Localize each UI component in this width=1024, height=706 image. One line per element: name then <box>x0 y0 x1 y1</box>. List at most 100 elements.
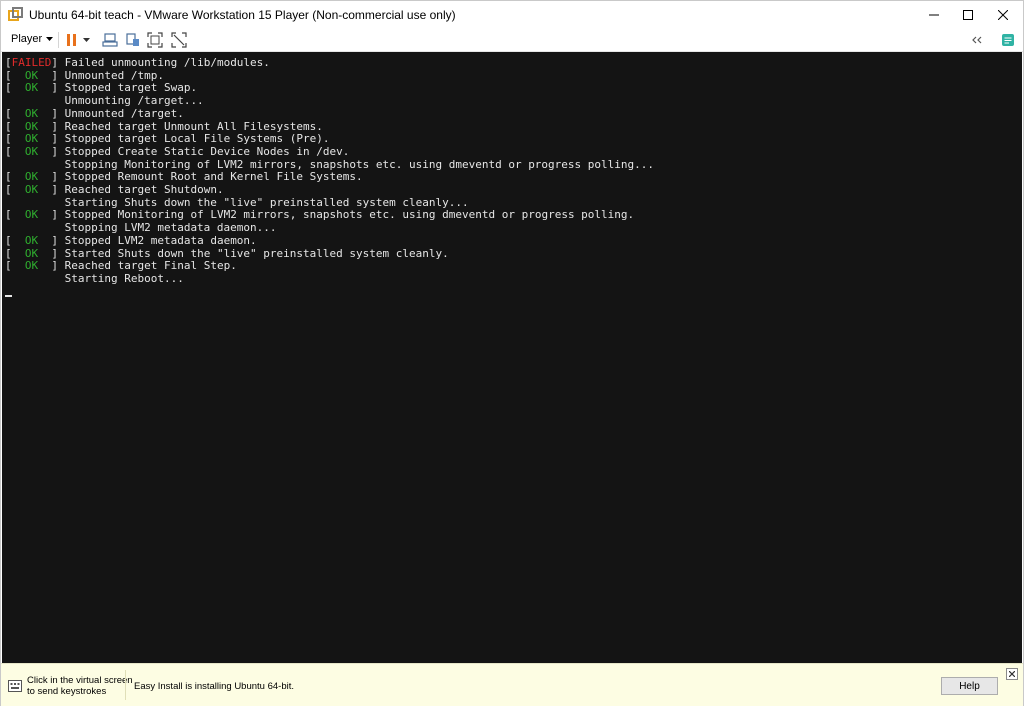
status-divider <box>125 670 126 700</box>
full-screen-button[interactable] <box>146 31 164 49</box>
console-line: [ OK ] Reached target Unmount All Filesy… <box>5 120 323 133</box>
console-line: [ OK ] Started Shuts down the "live" pre… <box>5 247 449 260</box>
status-bracket: ] <box>51 233 58 247</box>
help-button[interactable]: Help <box>941 677 998 695</box>
install-status-message: Easy Install is installing Ubuntu 64-bit… <box>134 681 294 692</box>
status-bracket: ] <box>51 170 58 184</box>
close-icon <box>1009 671 1015 677</box>
status-bracket: [ <box>5 81 12 95</box>
console-message: Reached target Shutdown. <box>64 183 224 196</box>
status-bracket: ] <box>51 81 58 95</box>
full-screen-icon <box>147 32 163 48</box>
virtual-machine-screen[interactable]: [FAILED] Failed unmounting /lib/modules.… <box>2 52 1022 663</box>
send-ctrl-alt-del-button[interactable] <box>101 31 119 49</box>
status-bracket: [ <box>5 259 12 273</box>
pause-options-button[interactable] <box>81 31 91 49</box>
pause-icon <box>67 34 76 46</box>
chevron-down-icon <box>82 38 90 42</box>
toolbar-separator <box>58 32 59 48</box>
maximize-icon <box>963 10 973 20</box>
status-bracket: [ <box>5 132 12 146</box>
vmware-app-icon <box>8 7 23 21</box>
status-bracket: [ <box>5 208 12 222</box>
status-bracket: ] <box>51 119 58 133</box>
console-message: Stopped target Swap. <box>64 81 198 95</box>
collapse-toolbar-button[interactable] <box>968 31 986 49</box>
console-line: [ OK ] Unmounted /target. <box>5 107 184 120</box>
console-message: Stopped Remount Root and Kernel File Sys… <box>64 170 363 184</box>
message-log-button[interactable] <box>999 31 1017 49</box>
status-bracket: ] <box>51 208 58 222</box>
unity-mode-button[interactable] <box>124 31 142 49</box>
status-label: OK <box>24 170 39 184</box>
keystroke-hint-line-2: to send keystrokes <box>27 686 107 697</box>
status-bracket: ] <box>51 106 58 120</box>
text-cursor <box>5 294 12 297</box>
status-label: OK <box>24 233 39 247</box>
console-message: Stopped Monitoring of LVM2 mirrors, snap… <box>64 208 635 222</box>
computer-keyboard-icon <box>102 33 118 47</box>
close-button[interactable] <box>986 1 1020 29</box>
keyboard-icon <box>8 680 22 692</box>
pause-button[interactable] <box>63 31 81 49</box>
minimize-icon <box>929 14 939 16</box>
status-label: OK <box>24 183 39 196</box>
status-bracket: [ <box>5 144 12 158</box>
status-bracket: [ <box>5 119 12 133</box>
console-message: Unmounted /tmp. <box>64 68 164 82</box>
unity-icon <box>126 33 139 46</box>
player-menu-button[interactable]: Player <box>11 33 54 45</box>
console-message: Reached target Unmount All Filesystems. <box>64 119 323 133</box>
console-message: Stopped target Local File Systems (Pre). <box>64 132 330 146</box>
status-bar: Click in the virtual screen to send keys… <box>1 663 1023 706</box>
notes-icon <box>1002 34 1014 46</box>
console-message: Stopped Create Static Device Nodes in /d… <box>64 144 350 158</box>
status-bracket: ] <box>51 183 58 196</box>
console-line: Starting Reboot... <box>5 272 184 285</box>
console-line: [ OK ] Stopped target Swap. <box>5 81 197 94</box>
status-label: OK <box>24 246 39 260</box>
status-bracket: ] <box>51 246 58 260</box>
title-bar: Ubuntu 64-bit teach - VMware Workstation… <box>1 1 1023 29</box>
status-bracket: [ <box>5 56 12 69</box>
status-label: OK <box>24 144 39 158</box>
status-bracket: [ <box>5 183 12 196</box>
console-message: Unmounted /target. <box>64 106 184 120</box>
status-bracket: [ <box>5 106 12 120</box>
status-label: OK <box>24 106 39 120</box>
double-chevron-left-icon <box>972 36 982 44</box>
status-bracket: [ <box>5 233 12 247</box>
status-label: OK <box>24 208 39 222</box>
console-line: Stopping Monitoring of LVM2 mirrors, sna… <box>5 158 654 171</box>
console-line: [ OK ] Stopped LVM2 metadata daemon. <box>5 234 257 247</box>
console-message: Reached target Final Step. <box>64 259 237 273</box>
console-line: [ OK ] Stopped Remount Root and Kernel F… <box>5 170 363 183</box>
maximize-button[interactable] <box>951 1 985 29</box>
dismiss-status-button[interactable] <box>1006 668 1018 680</box>
status-label: OK <box>24 81 39 95</box>
status-bracket: ] <box>51 144 58 158</box>
console-message: Stopping Monitoring of LVM2 mirrors, sna… <box>64 157 655 171</box>
status-bracket: ] <box>51 68 58 82</box>
status-label: OK <box>24 68 39 82</box>
console-line: [ OK ] Stopped Monitoring of LVM2 mirror… <box>5 208 634 221</box>
keystroke-hint-line-1: Click in the virtual screen <box>27 675 133 686</box>
status-bracket: ] <box>51 56 58 69</box>
status-label: OK <box>24 119 39 133</box>
no-full-screen-icon <box>171 32 187 48</box>
console-message: Starting Shuts down the "live" preinstal… <box>64 195 469 209</box>
keystroke-hint: Click in the virtual screen to send keys… <box>27 675 133 697</box>
console-line: [ OK ] Stopped target Local File Systems… <box>5 132 330 145</box>
minimize-button[interactable] <box>917 1 951 29</box>
console-message: Starting Reboot... <box>64 271 184 285</box>
unity-exit-button[interactable] <box>170 31 188 49</box>
status-bracket: [ <box>5 68 12 82</box>
console-message: Unmounting /target... <box>64 94 204 108</box>
window-title: Ubuntu 64-bit teach - VMware Workstation… <box>29 8 456 22</box>
player-menu-label: Player <box>11 33 43 45</box>
chevron-down-icon <box>46 37 54 41</box>
console-line: Stopping LVM2 metadata daemon... <box>5 221 277 234</box>
close-icon <box>998 10 1008 20</box>
status-label: OK <box>24 132 39 146</box>
console-message: Failed unmounting /lib/modules. <box>64 56 270 69</box>
